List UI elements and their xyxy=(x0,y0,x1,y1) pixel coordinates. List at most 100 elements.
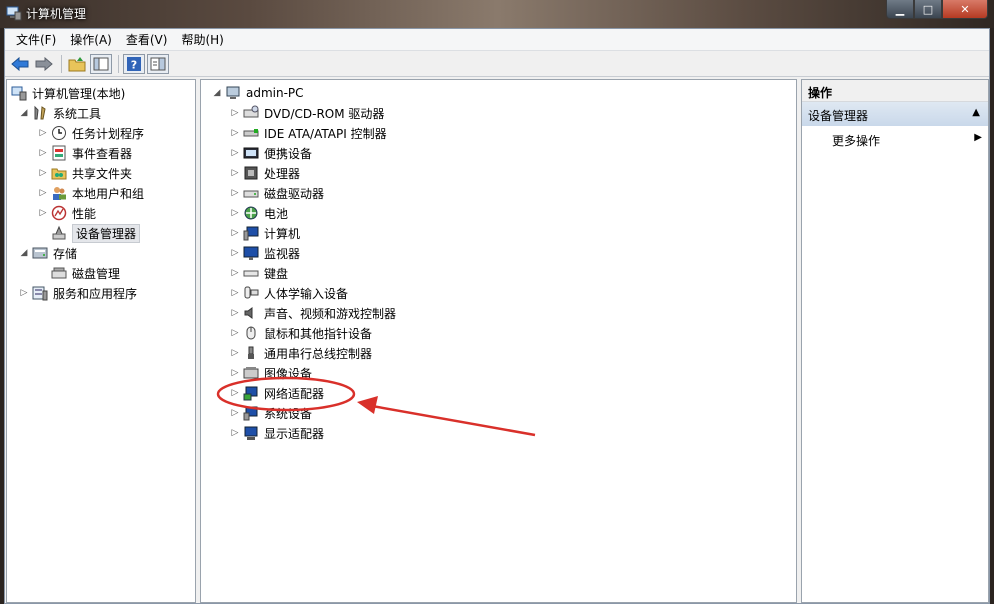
collapsed-arrow-icon[interactable]: ▷ xyxy=(230,388,240,398)
back-button[interactable] xyxy=(9,54,31,74)
services-icon xyxy=(32,285,48,301)
collapsed-arrow-icon[interactable]: ▷ xyxy=(230,428,240,438)
expanded-arrow-icon[interactable]: ◢ xyxy=(19,108,29,118)
collapsed-arrow-icon[interactable]: ▷ xyxy=(230,248,240,258)
menu-bar: 文件(F) 操作(A) 查看(V) 帮助(H) xyxy=(5,29,989,51)
tree-item-shared-folders[interactable]: ▷ 共享文件夹 xyxy=(38,163,132,183)
collapsed-arrow-icon[interactable]: ▷ xyxy=(230,108,240,118)
maximize-icon: □ xyxy=(922,2,934,16)
collapse-up-icon[interactable]: ▲ xyxy=(972,107,980,118)
device-category-label: 便携设备 xyxy=(264,146,313,161)
back-icon xyxy=(11,57,29,71)
computer-icon xyxy=(243,225,259,241)
usb-icon xyxy=(243,345,259,361)
device-category[interactable]: ▷ 便携设备 xyxy=(230,143,312,163)
device-category-label: 计算机 xyxy=(264,226,301,241)
device-category[interactable]: ▷ 磁盘驱动器 xyxy=(230,183,324,203)
properties-button[interactable] xyxy=(147,54,169,74)
collapsed-arrow-icon[interactable]: ▷ xyxy=(38,168,48,178)
device-tree[interactable]: ◢ admin-PC ▷ DVD/CD-ROM 驱动器 ▷ IDE ATA/AT… xyxy=(200,79,797,603)
disk-management-icon xyxy=(51,265,67,281)
device-category[interactable]: ▷ IDE ATA/ATAPI 控制器 xyxy=(230,123,387,143)
up-button[interactable] xyxy=(66,54,88,74)
menu-help[interactable]: 帮助(H) xyxy=(174,31,230,48)
collapsed-arrow-icon[interactable]: ▷ xyxy=(230,128,240,138)
collapsed-arrow-icon[interactable]: ▷ xyxy=(230,228,240,238)
actions-section-device-manager[interactable]: 设备管理器 ▲ xyxy=(802,102,988,126)
device-category[interactable]: ▷ DVD/CD-ROM 驱动器 xyxy=(230,103,384,123)
device-category-label: 处理器 xyxy=(264,166,301,181)
close-button[interactable]: ✕ xyxy=(942,0,988,19)
minimize-button[interactable]: ▁ xyxy=(886,0,914,19)
tree-item-label: 存储 xyxy=(53,246,78,261)
collapsed-arrow-icon[interactable]: ▷ xyxy=(38,208,48,218)
device-category[interactable]: ▷ 电池 xyxy=(230,203,288,223)
menu-file[interactable]: 文件(F) xyxy=(9,31,63,48)
ide-controller-icon xyxy=(243,125,259,141)
window-body: 文件(F) 操作(A) 查看(V) 帮助(H) ? 计算机管理(本地) ◢ 系统… xyxy=(4,28,990,604)
tree-item-event-viewer[interactable]: ▷ 事件查看器 xyxy=(38,143,132,163)
device-root[interactable]: ◢ admin-PC xyxy=(212,83,304,103)
computer-management-icon xyxy=(11,85,27,101)
imaging-device-icon xyxy=(243,365,259,381)
device-category[interactable]: ▷ 处理器 xyxy=(230,163,300,183)
tree-item-services[interactable]: ▷ 服务和应用程序 xyxy=(19,283,137,303)
collapsed-arrow-icon[interactable]: ▷ xyxy=(230,148,240,158)
more-actions-link[interactable]: 更多操作 xyxy=(832,132,880,149)
collapsed-arrow-icon[interactable]: ▷ xyxy=(230,208,240,218)
collapsed-arrow-icon[interactable]: ▷ xyxy=(38,128,48,138)
help-button[interactable]: ? xyxy=(123,54,145,74)
storage-icon xyxy=(32,245,48,261)
network-adapter-icon xyxy=(243,385,259,401)
expanded-arrow-icon[interactable]: ◢ xyxy=(212,88,222,98)
display-adapter-icon xyxy=(243,425,259,441)
tree-item-computer-management[interactable]: 计算机管理(本地) xyxy=(11,83,125,103)
collapsed-arrow-icon[interactable]: ▷ xyxy=(38,188,48,198)
device-category-network-adapters[interactable]: ▷ 网络适配器 xyxy=(230,383,324,403)
collapsed-arrow-icon[interactable]: ▷ xyxy=(230,408,240,418)
collapsed-arrow-icon[interactable]: ▷ xyxy=(230,368,240,378)
device-category[interactable]: ▷ 计算机 xyxy=(230,223,300,243)
collapsed-arrow-icon[interactable]: ▷ xyxy=(230,288,240,298)
processor-icon xyxy=(243,165,259,181)
collapsed-arrow-icon[interactable]: ▷ xyxy=(230,188,240,198)
device-category[interactable]: ▷ 通用串行总线控制器 xyxy=(230,343,372,363)
device-category[interactable]: ▷ 鼠标和其他指针设备 xyxy=(230,323,372,343)
navigation-tree[interactable]: 计算机管理(本地) ◢ 系统工具 ▷ 任务计划程序 ▷ 事件查看器 ▷ 共享文件… xyxy=(6,79,196,603)
collapsed-arrow-icon[interactable]: ▷ xyxy=(230,308,240,318)
menu-view[interactable]: 查看(V) xyxy=(119,31,175,48)
actions-header: 操作 xyxy=(802,80,988,102)
tree-item-task-scheduler[interactable]: ▷ 任务计划程序 xyxy=(38,123,144,143)
device-category[interactable]: ▷ 人体学输入设备 xyxy=(230,283,348,303)
device-category[interactable]: ▷ 系统设备 xyxy=(230,403,312,423)
device-category[interactable]: ▷ 显示适配器 xyxy=(230,423,324,443)
device-category-label: 监视器 xyxy=(264,246,301,261)
collapsed-arrow-icon[interactable]: ▷ xyxy=(230,268,240,278)
tree-item-label: 系统工具 xyxy=(53,106,102,121)
tree-item-local-users[interactable]: ▷ 本地用户和组 xyxy=(38,183,144,203)
tree-item-storage[interactable]: ◢ 存储 xyxy=(19,243,77,263)
tree-item-performance[interactable]: ▷ 性能 xyxy=(38,203,96,223)
collapsed-arrow-icon[interactable]: ▷ xyxy=(230,328,240,338)
collapsed-arrow-icon[interactable]: ▷ xyxy=(230,168,240,178)
device-category[interactable]: ▷ 图像设备 xyxy=(230,363,312,383)
device-category[interactable]: ▷ 声音、视频和游戏控制器 xyxy=(230,303,396,323)
tree-item-device-manager[interactable]: 设备管理器 xyxy=(51,223,141,243)
forward-button[interactable] xyxy=(33,54,55,74)
collapsed-arrow-icon[interactable]: ▷ xyxy=(230,348,240,358)
show-hide-tree-button[interactable] xyxy=(90,54,112,74)
tree-item-label: 事件查看器 xyxy=(72,146,133,161)
device-category[interactable]: ▷ 键盘 xyxy=(230,263,288,283)
performance-icon xyxy=(51,205,67,221)
tree-item-disk-management[interactable]: 磁盘管理 xyxy=(51,263,120,283)
tree-item-system-tools[interactable]: ◢ 系统工具 xyxy=(19,103,101,123)
device-category[interactable]: ▷ 监视器 xyxy=(230,243,300,263)
device-category-label: DVD/CD-ROM 驱动器 xyxy=(264,106,385,121)
maximize-button[interactable]: □ xyxy=(914,0,942,19)
menu-action[interactable]: 操作(A) xyxy=(63,31,119,48)
system-device-icon xyxy=(243,405,259,421)
collapsed-arrow-icon[interactable]: ▷ xyxy=(38,148,48,158)
collapsed-arrow-icon[interactable]: ▷ xyxy=(19,288,29,298)
expanded-arrow-icon[interactable]: ◢ xyxy=(19,248,29,258)
title-bar[interactable]: 计算机管理 ▁ □ ✕ xyxy=(0,0,994,28)
